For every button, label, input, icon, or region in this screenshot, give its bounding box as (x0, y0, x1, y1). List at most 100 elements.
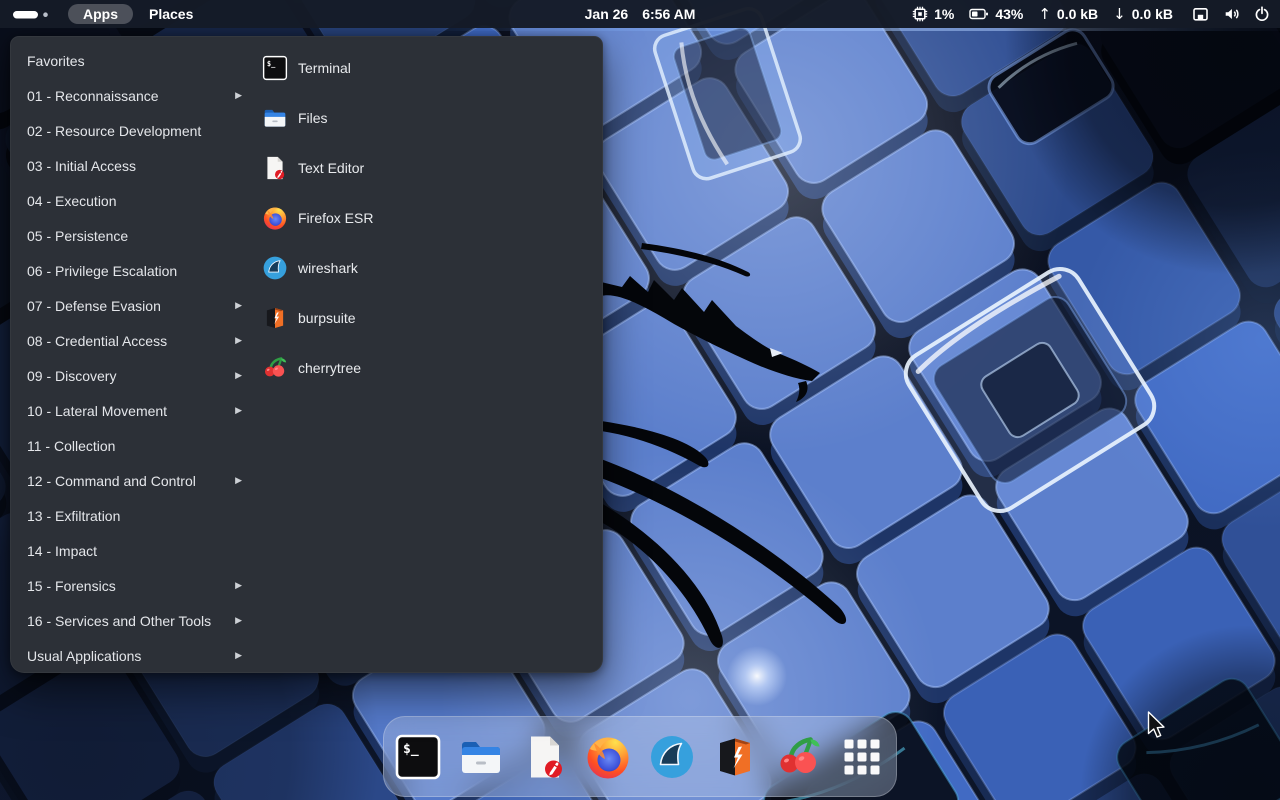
menu-favorites-list: $_ Terminal Files Text Editor Firefox ESR wir… (262, 43, 373, 393)
menu-category-label: 11 - Collection (27, 438, 245, 454)
net-down-value: 0.0 kB (1132, 6, 1173, 22)
menu-category-label: 02 - Resource Development (27, 123, 245, 139)
submenu-arrow-icon: ▶ (235, 91, 242, 101)
apps-button[interactable]: Apps (68, 4, 133, 24)
submenu-arrow-icon: ▶ (235, 476, 242, 486)
dock-firefox[interactable] (584, 733, 632, 781)
menu-category-15-forensics[interactable]: 15 - Forensics▶ (27, 568, 245, 603)
submenu-arrow-icon: ▶ (235, 301, 242, 311)
battery-icon (969, 7, 989, 21)
text-editor-icon (521, 733, 569, 781)
menu-category-10-lateral-movement[interactable]: 10 - Lateral Movement▶ (27, 393, 245, 428)
menu-category-16-services-and-other-tools[interactable]: 16 - Services and Other Tools▶ (27, 603, 245, 638)
submenu-arrow-icon: ▶ (235, 651, 242, 661)
menu-category-list: Favorites01 - Reconnaissance▶02 - Resour… (27, 43, 245, 673)
cpu-icon (912, 6, 928, 22)
show-apps-icon (838, 733, 886, 781)
desktop: Apps Places Jan 26 6:56 AM 1% (0, 0, 1280, 800)
menu-category-label: 08 - Credential Access (27, 333, 235, 349)
terminal-icon: $_ (262, 55, 288, 81)
menu-category-12-command-and-control[interactable]: 12 - Command and Control▶ (27, 463, 245, 498)
up-arrow-icon: ↑ (1038, 5, 1051, 23)
dock-show-apps[interactable] (838, 733, 886, 781)
favorite-cherrytree[interactable]: cherrytree (262, 343, 373, 393)
top-panel: Apps Places Jan 26 6:56 AM 1% (0, 0, 1280, 28)
cherrytree-icon (775, 733, 823, 781)
terminal-icon: $_ (394, 733, 442, 781)
favorite-label: Firefox ESR (298, 210, 373, 226)
menu-category-usual-applications[interactable]: Usual Applications▶ (27, 638, 245, 673)
menu-category-01-reconnaissance[interactable]: 01 - Reconnaissance▶ (27, 78, 245, 113)
menu-category-03-initial-access[interactable]: 03 - Initial Access (27, 148, 245, 183)
firefox-icon (262, 205, 288, 231)
menu-category-label: 05 - Persistence (27, 228, 245, 244)
submenu-arrow-icon: ▶ (235, 616, 242, 626)
down-arrow-icon: ↓ (1113, 5, 1126, 23)
battery-value: 43% (995, 6, 1023, 22)
dock: $_ (383, 716, 897, 797)
submenu-arrow-icon: ▶ (235, 371, 242, 381)
clock-time: 6:56 AM (642, 6, 695, 22)
menu-category-label: 04 - Execution (27, 193, 245, 209)
volume-button[interactable] (1223, 6, 1240, 22)
menu-category-11-collection[interactable]: 11 - Collection (27, 428, 245, 463)
favorite-text-editor[interactable]: Text Editor (262, 143, 373, 193)
network-button[interactable] (1192, 6, 1209, 22)
dock-files[interactable] (457, 733, 505, 781)
cherrytree-icon (262, 355, 288, 381)
clock[interactable]: Jan 26 6:56 AM (585, 0, 696, 28)
favorite-terminal[interactable]: $_ Terminal (262, 43, 373, 93)
places-button[interactable]: Places (149, 6, 193, 22)
favorite-firefox-esr[interactable]: Firefox ESR (262, 193, 373, 243)
menu-category-label: 13 - Exfiltration (27, 508, 245, 524)
dock-cherrytree[interactable] (775, 733, 823, 781)
files-icon (457, 733, 505, 781)
wireshark-icon (262, 255, 288, 281)
menu-category-02-resource-development[interactable]: 02 - Resource Development (27, 113, 245, 148)
favorite-label: Terminal (298, 60, 351, 76)
menu-category-label: 16 - Services and Other Tools (27, 613, 235, 629)
menu-category-label: 01 - Reconnaissance (27, 88, 235, 104)
menu-category-label: 06 - Privilege Escalation (27, 263, 245, 279)
kali-logo-icon (12, 8, 52, 21)
favorite-burpsuite[interactable]: burpsuite (262, 293, 373, 343)
kali-logo[interactable] (12, 8, 52, 21)
net-up-indicator[interactable]: ↑ 0.0 kB (1038, 5, 1098, 23)
menu-category-14-impact[interactable]: 14 - Impact (27, 533, 245, 568)
menu-category-label: 15 - Forensics (27, 578, 235, 594)
menu-category-label: 03 - Initial Access (27, 158, 245, 174)
menu-category-label: 12 - Command and Control (27, 473, 235, 489)
favorite-files[interactable]: Files (262, 93, 373, 143)
submenu-arrow-icon: ▶ (235, 406, 242, 416)
dock-wireshark[interactable] (648, 733, 696, 781)
submenu-arrow-icon: ▶ (235, 581, 242, 591)
cpu-indicator[interactable]: 1% (912, 6, 954, 22)
volume-icon (1223, 6, 1240, 22)
menu-category-13-exfiltration[interactable]: 13 - Exfiltration (27, 498, 245, 533)
menu-category-06-privilege-escalation[interactable]: 06 - Privilege Escalation (27, 253, 245, 288)
menu-category-07-defense-evasion[interactable]: 07 - Defense Evasion▶ (27, 288, 245, 323)
battery-indicator[interactable]: 43% (969, 6, 1023, 22)
favorite-wireshark[interactable]: wireshark (262, 243, 373, 293)
power-button[interactable] (1254, 6, 1270, 22)
svg-text:$_: $_ (403, 742, 419, 757)
menu-category-05-persistence[interactable]: 05 - Persistence (27, 218, 245, 253)
dock-text-editor[interactable] (521, 733, 569, 781)
menu-category-04-execution[interactable]: 04 - Execution (27, 183, 245, 218)
cpu-value: 1% (934, 6, 954, 22)
menu-category-09-discovery[interactable]: 09 - Discovery▶ (27, 358, 245, 393)
menu-category-favorites[interactable]: Favorites (27, 43, 245, 78)
power-icon (1254, 6, 1270, 22)
menu-category-label: Favorites (27, 53, 245, 69)
favorite-label: burpsuite (298, 310, 356, 326)
mouse-cursor (1147, 711, 1167, 739)
favorite-label: wireshark (298, 260, 358, 276)
text-editor-icon (262, 155, 288, 181)
menu-category-08-credential-access[interactable]: 08 - Credential Access▶ (27, 323, 245, 358)
dock-terminal[interactable]: $_ (394, 733, 442, 781)
net-down-indicator[interactable]: ↓ 0.0 kB (1113, 5, 1173, 23)
dock-burpsuite[interactable] (711, 733, 759, 781)
menu-category-label: 10 - Lateral Movement (27, 403, 235, 419)
favorite-label: Text Editor (298, 160, 364, 176)
menu-category-label: 09 - Discovery (27, 368, 235, 384)
